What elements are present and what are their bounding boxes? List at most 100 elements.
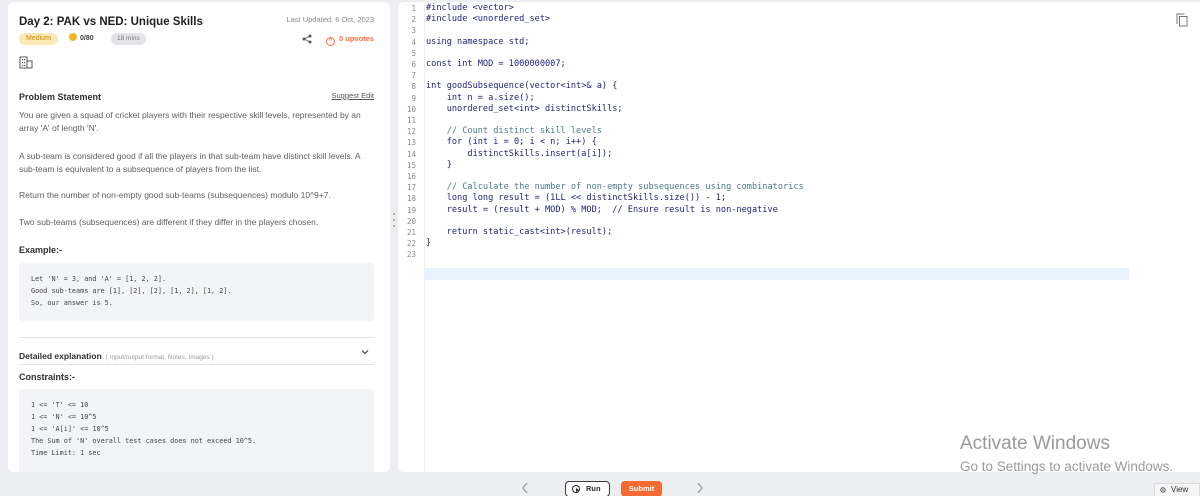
code-line[interactable]: // Calculate the number of non-empty sub… — [426, 182, 804, 193]
line-number: 9 — [411, 93, 416, 103]
last-updated: Last Updated: 6 Oct, 2023 — [286, 15, 374, 24]
copy-icon[interactable] — [1176, 13, 1188, 27]
chevron-down-icon[interactable] — [360, 347, 370, 357]
constraints-heading: Constraints:- — [19, 372, 75, 382]
title-row: Day 2: PAK vs NED: Unique Skills Last Up… — [19, 12, 374, 30]
detail-subtitle: ( Input/output format, Notes, Images ) — [105, 354, 214, 361]
company-icon[interactable] — [19, 55, 33, 69]
statement-paragraph-2: A sub-team is considered good if all the… — [19, 151, 361, 174]
divider — [19, 364, 374, 365]
run-button[interactable]: Run — [565, 481, 610, 496]
code-line[interactable] — [426, 25, 804, 36]
constraint-line: The Sum of 'N' overall test cases does n… — [31, 437, 257, 445]
line-number: 23 — [406, 250, 416, 260]
submit-button[interactable]: Submit — [621, 481, 662, 496]
code-line[interactable]: } — [426, 160, 804, 171]
example-heading: Example:- — [19, 245, 63, 255]
upvote-count: 0 upvotes — [338, 34, 374, 43]
upvote-button[interactable]: ^ 0 upvotes — [325, 33, 374, 46]
score: 0/80 — [69, 33, 94, 45]
code-line[interactable]: #include <vector> — [426, 3, 804, 14]
constraints-box: 1 <= 'T' <= 10 1 <= 'N' <= 10^5 1 <= 'A[i]… — [19, 389, 374, 472]
line-number: 8 — [411, 82, 416, 92]
code-line[interactable]: return static_cast<int>(result); — [426, 227, 804, 238]
time-chip: 18 mins — [111, 33, 146, 45]
code-line[interactable]: int n = a.size(); — [426, 93, 804, 104]
score-value: 0/80 — [80, 35, 94, 42]
panel-resize-handle[interactable] — [392, 210, 396, 234]
code-line[interactable] — [426, 48, 804, 59]
line-number: 16 — [406, 172, 416, 182]
share-icon[interactable] — [302, 34, 312, 44]
line-number: 22 — [406, 239, 416, 249]
meta-row: Medium 0/80 18 mins ^ 0 upvotes — [19, 33, 374, 47]
detailed-explanation-toggle[interactable]: Detailed explanation( Input/output forma… — [19, 346, 374, 361]
line-number: 20 — [406, 216, 416, 226]
line-number: 12 — [406, 127, 416, 137]
code-content[interactable]: #include <vector> #include <unordered_set… — [426, 2, 804, 261]
line-gutter: 1 2 3 4 5 6 7 8 9 10 11 12 13 14 15 16 17 18 19 20 21 22 23 — [398, 2, 425, 472]
chevron-right-icon[interactable] — [696, 482, 704, 494]
upvote-icon: ^ — [325, 37, 335, 46]
line-number: 1 — [411, 4, 416, 13]
play-icon — [572, 485, 580, 493]
activate-windows-watermark: Activate Windows Go to Settings to activ… — [960, 433, 1173, 474]
code-line[interactable]: const int MOD = 1000000007; — [426, 59, 804, 70]
constraint-line: 1 <= 'T' <= 10 — [31, 401, 89, 409]
line-number: 3 — [411, 26, 416, 36]
code-line[interactable]: for (int i = 0; i < n; i++) { — [426, 137, 804, 148]
line-number: 15 — [406, 160, 416, 170]
line-number: 11 — [406, 116, 416, 126]
example-line: So, our answer is 5. — [31, 299, 113, 307]
line-number: 19 — [406, 205, 416, 215]
run-label: Run — [586, 484, 601, 493]
suggest-edit-link[interactable]: Suggest Edit — [331, 91, 374, 100]
problem-title: Day 2: PAK vs NED: Unique Skills — [19, 16, 203, 28]
code-line[interactable] — [426, 216, 804, 227]
code-line[interactable]: unordered_set<int> distinctSkills; — [426, 104, 804, 115]
current-line-highlight — [425, 268, 1129, 280]
constraint-line: 1 <= 'A[i]' <= 10^5 — [31, 425, 109, 433]
problem-panel: Day 2: PAK vs NED: Unique Skills Last Up… — [8, 2, 390, 472]
code-line[interactable]: long long result = (1LL << distinctSkill… — [426, 193, 804, 204]
code-line[interactable]: distinctSkills.insert(a[i]); — [426, 149, 804, 160]
code-line[interactable] — [426, 171, 804, 182]
code-line[interactable] — [426, 249, 804, 260]
line-number: 18 — [406, 194, 416, 204]
code-line[interactable] — [426, 115, 804, 126]
statement-paragraph-1: You are given a squad of cricket players… — [19, 110, 361, 133]
constraint-line: Time Limit: 1 sec — [31, 449, 101, 457]
statement-paragraph-4: Two sub-teams (subsequences) are differe… — [19, 217, 319, 227]
example-box: Let 'N' = 3, and 'A' = [1, 2, 2]. Good su… — [19, 263, 374, 321]
line-number: 21 — [406, 228, 416, 238]
constraint-line: 1 <= 'N' <= 10^5 — [31, 413, 97, 421]
difficulty-badge: Medium — [19, 33, 58, 45]
bottom-toolbar: Run Submit View — [0, 474, 1200, 496]
example-line: Good sub-teams are [1], [2], [2], [1, 2]… — [31, 287, 232, 295]
code-editor[interactable]: 1 2 3 4 5 6 7 8 9 10 11 12 13 14 15 16 17 18 19 20 21 22 23 #i… — [398, 2, 1200, 472]
code-line[interactable] — [426, 70, 804, 81]
divider — [19, 337, 374, 338]
line-number: 17 — [406, 183, 416, 193]
line-number: 13 — [406, 138, 416, 148]
code-line[interactable]: } — [426, 238, 804, 249]
line-number: 4 — [411, 37, 416, 47]
code-line[interactable]: #include <unordered_set> — [426, 14, 804, 25]
line-number: 6 — [411, 60, 416, 70]
line-numbers: 1 2 3 4 5 6 7 8 9 10 11 12 13 14 15 16 17 18 19 20 21 22 23 — [398, 2, 416, 261]
code-line[interactable]: using namespace std; — [426, 37, 804, 48]
view-button[interactable]: View — [1154, 483, 1200, 496]
gear-icon — [1160, 487, 1166, 493]
line-number: 14 — [406, 149, 416, 159]
line-number: 7 — [411, 71, 416, 81]
code-line[interactable]: result = (result + MOD) % MOD; // Ensure… — [426, 205, 804, 216]
statement-paragraph-3: Return the number of non-empty good sub-… — [19, 190, 331, 200]
line-number: 10 — [406, 104, 416, 114]
problem-statement-heading: Problem Statement — [19, 92, 102, 102]
chevron-left-icon[interactable] — [521, 482, 529, 494]
code-line[interactable]: // Count distinct skill levels — [426, 126, 804, 137]
line-number: 2 — [411, 15, 416, 25]
code-line[interactable]: int goodSubsequence(vector<int>& a) { — [426, 81, 804, 92]
coin-icon — [69, 33, 77, 41]
watermark-title: Activate Windows — [960, 433, 1110, 454]
